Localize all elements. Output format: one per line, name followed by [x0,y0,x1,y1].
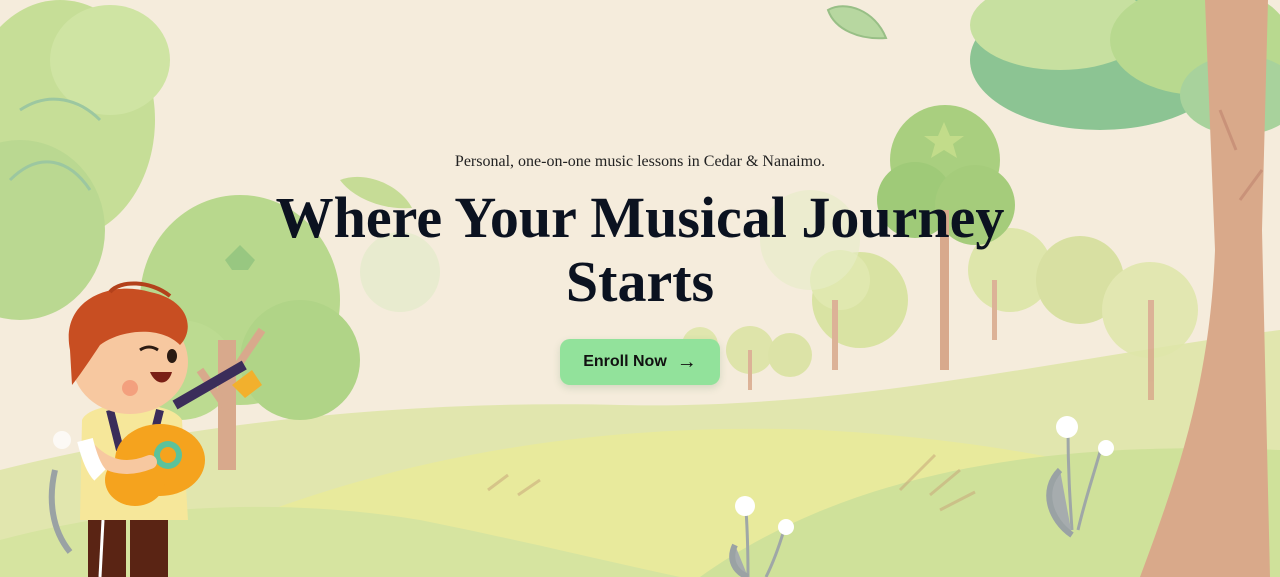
enroll-now-button[interactable]: Enroll Now → [560,339,720,385]
hero-headline: Where Your Musical Journey Starts [240,186,1040,314]
arrow-right-icon: → [676,351,697,373]
headline-line-2: Starts [565,249,715,314]
headline-line-1: Where Your Musical Journey [275,185,1005,250]
hero-tagline: Personal, one-on-one music lessons in Ce… [454,153,826,170]
hero-section: Personal, one-on-one music lessons in Ce… [0,0,1280,577]
enroll-now-label: Enroll Now [583,353,667,370]
hero-content: Personal, one-on-one music lessons in Ce… [0,0,1280,577]
